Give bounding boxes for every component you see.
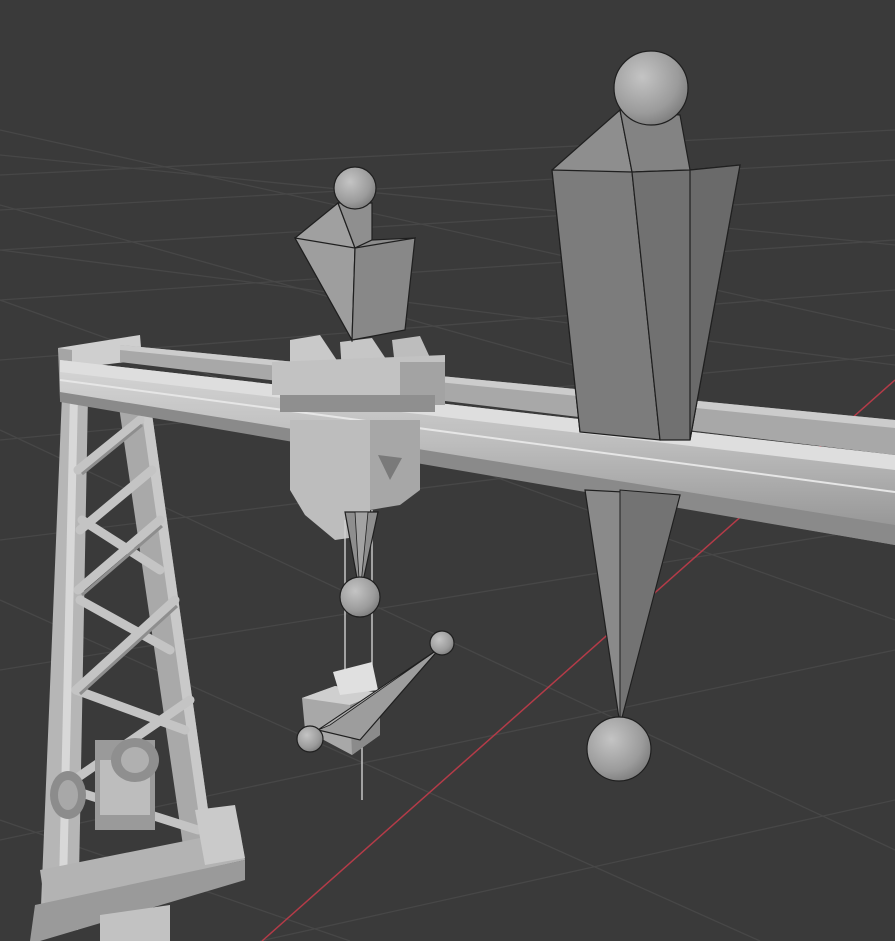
bone-joint-hook-root[interactable] [296,725,324,753]
bone-joint-head[interactable] [333,166,377,210]
bone-joint-head[interactable] [613,50,689,126]
bone-joint-hook-tip[interactable] [429,630,455,656]
3d-viewport[interactable] [0,0,895,941]
bone-joint-tail[interactable] [339,576,381,618]
bone-joint-tail[interactable] [586,716,652,782]
viewport-canvas[interactable] [0,0,895,941]
crane-trolley[interactable] [272,335,445,412]
